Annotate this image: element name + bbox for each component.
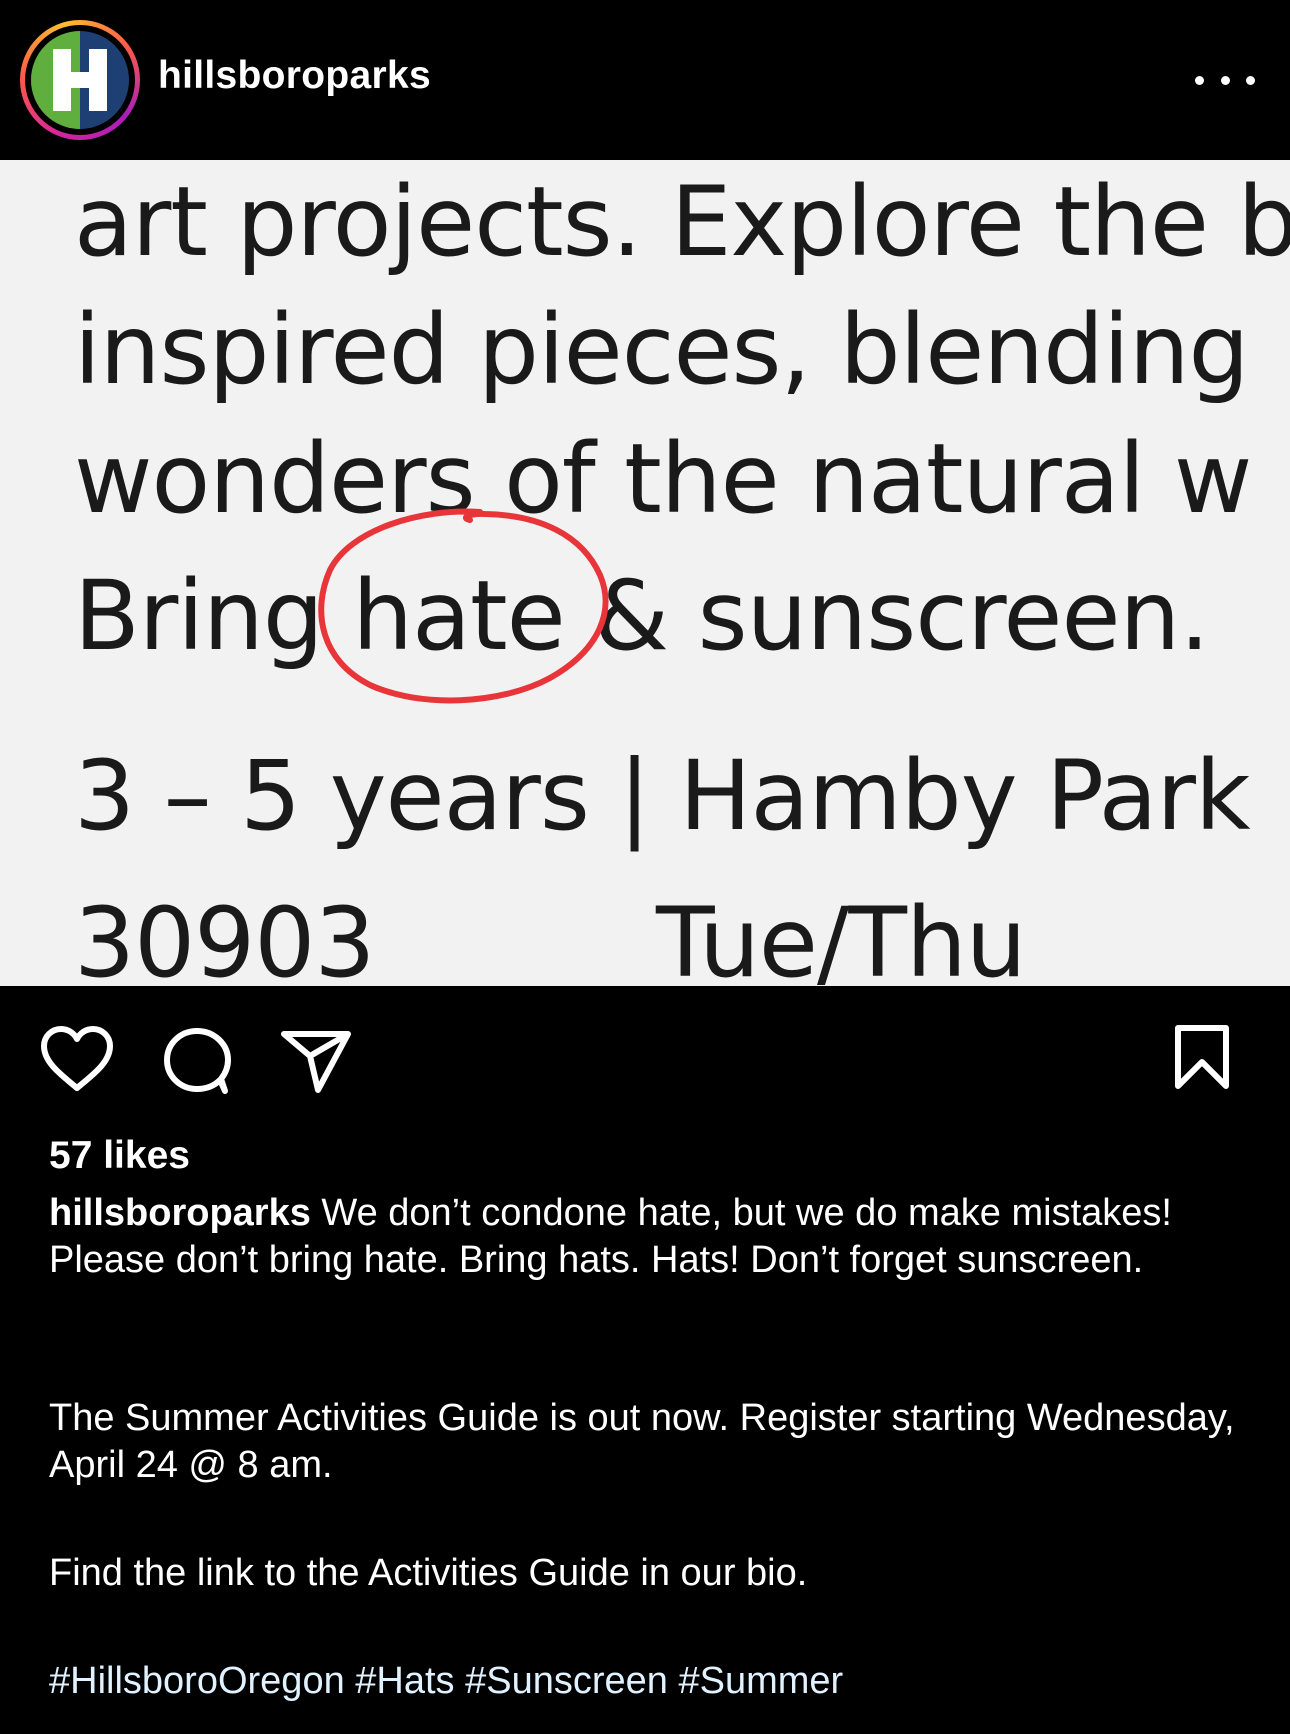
bookmark-icon: [1175, 1025, 1229, 1089]
red-circle-annotation: [318, 508, 609, 704]
image-text-line: 3 – 5 years | Hamby Park: [74, 740, 1251, 852]
hashtag-list: #HillsboroOregon #Hats #Sunscreen #Summe…: [49, 1658, 843, 1705]
post-username[interactable]: hillsboroparks: [158, 54, 431, 98]
image-text-line: Bring hate & sunscreen.: [74, 560, 1210, 672]
share-button[interactable]: [280, 1026, 352, 1101]
like-button[interactable]: [40, 1026, 114, 1097]
hashtag-link[interactable]: #Hats: [355, 1660, 454, 1702]
action-bar: [0, 986, 1290, 1126]
image-text-days: Tue/Thu: [656, 887, 1027, 986]
post-header: hillsboroparks: [0, 0, 1290, 160]
more-options-button[interactable]: [1195, 60, 1255, 100]
comment-button[interactable]: [162, 1026, 234, 1101]
caption: hillsboroparks We don’t condone hate, bu…: [49, 1190, 1249, 1284]
hashtag-link[interactable]: #HillsboroOregon: [49, 1660, 345, 1702]
hashtag-link[interactable]: #Sunscreen: [465, 1660, 668, 1702]
image-text-line: 30903: [74, 887, 375, 986]
more-icon: [1195, 75, 1204, 85]
avatar[interactable]: [31, 31, 129, 129]
post-image[interactable]: art projects. Explore the b inspired pie…: [0, 160, 1290, 986]
heart-icon: [41, 1026, 113, 1091]
image-text-line: wonders of the natural w: [74, 423, 1252, 535]
image-text-line: art projects. Explore the b: [74, 166, 1290, 278]
caption-paragraph: Find the link to the Activities Guide in…: [49, 1552, 808, 1594]
comment-icon: [164, 1028, 231, 1094]
image-text-line: inspired pieces, blending: [74, 294, 1249, 406]
save-button[interactable]: [1172, 1024, 1232, 1097]
send-icon: [281, 1031, 351, 1093]
likes-count[interactable]: 57 likes: [49, 1134, 190, 1178]
hashtag-link[interactable]: #Summer: [679, 1660, 844, 1702]
avatar-ring[interactable]: [20, 20, 140, 140]
caption-username[interactable]: hillsboroparks: [49, 1192, 311, 1234]
caption-paragraph: The Summer Activities Guide is out now. …: [49, 1397, 1235, 1486]
hillsboro-logo-icon: [31, 31, 129, 129]
